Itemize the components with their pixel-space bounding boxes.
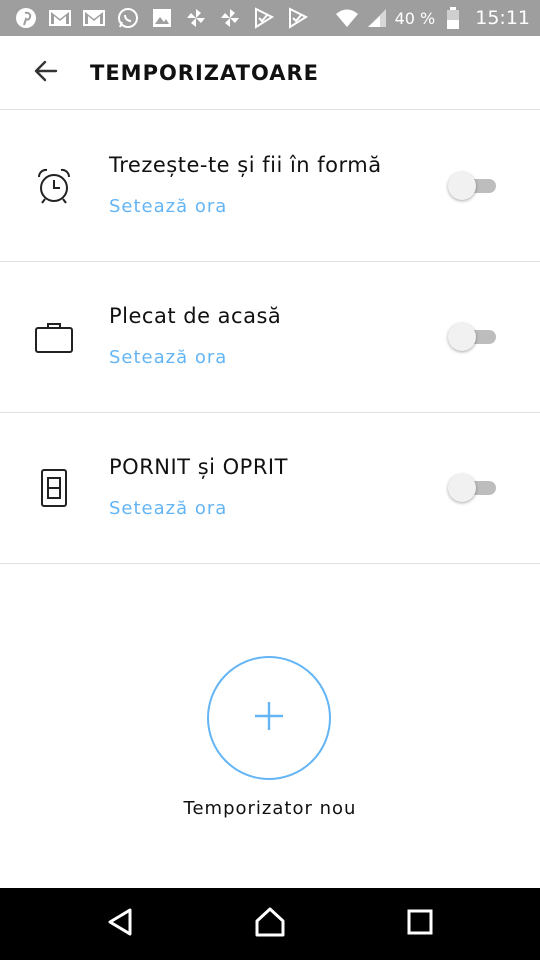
timer-title: PORNIT și OPRIT (109, 455, 288, 479)
wifi-icon (335, 6, 359, 30)
timer-row-on-off[interactable]: PORNIT și OPRIT Setează ora (0, 413, 540, 564)
signal-icon (365, 6, 389, 30)
notification-icons (14, 6, 310, 30)
briefcase-icon (34, 317, 74, 357)
navigation-bar (0, 888, 540, 960)
home-icon (254, 907, 286, 941)
square-icon (407, 909, 433, 939)
timer-title: Plecat de acasă (109, 304, 282, 328)
add-timer-button[interactable] (207, 656, 331, 780)
timer-title: Trezește-te și fii în formă (109, 153, 382, 177)
plus-icon (253, 700, 285, 736)
switch-icon (34, 468, 74, 508)
back-button[interactable] (18, 45, 74, 101)
timer-toggle[interactable] (448, 171, 498, 201)
clock: 15:11 (475, 7, 530, 29)
check-flag-icon (286, 6, 310, 30)
triangle-back-icon (106, 907, 134, 941)
new-timer-label: Temporizator nou (183, 798, 357, 819)
timer-toggle[interactable] (448, 322, 498, 352)
set-time-link[interactable]: Setează ora (109, 498, 227, 519)
arrow-left-icon (32, 57, 60, 89)
nav-home-button[interactable] (250, 904, 290, 944)
whatsapp-icon (116, 6, 140, 30)
page-title: TEMPORIZATOARE (90, 60, 320, 85)
pinterest-icon (14, 6, 38, 30)
gallery-icon (150, 6, 174, 30)
check-flag-icon (252, 6, 276, 30)
alarm-clock-icon (34, 166, 74, 206)
nav-back-button[interactable] (100, 904, 140, 944)
nav-recents-button[interactable] (400, 904, 440, 944)
app-bar: TEMPORIZATOARE (0, 36, 540, 110)
status-bar: 40 % 15:11 (0, 0, 540, 36)
battery-icon (441, 6, 465, 30)
timer-toggle[interactable] (448, 473, 498, 503)
pinwheel-icon (184, 6, 208, 30)
timer-row-away[interactable]: Plecat de acasă Setează ora (0, 262, 540, 413)
pinwheel-icon (218, 6, 242, 30)
gmail-icon (82, 6, 106, 30)
timer-row-wake-up[interactable]: Trezește-te și fii în formă Setează ora (0, 111, 540, 262)
set-time-link[interactable]: Setează ora (109, 196, 227, 217)
set-time-link[interactable]: Setează ora (109, 347, 227, 368)
gmail-icon (48, 6, 72, 30)
battery-percent: 40 % (394, 8, 436, 28)
